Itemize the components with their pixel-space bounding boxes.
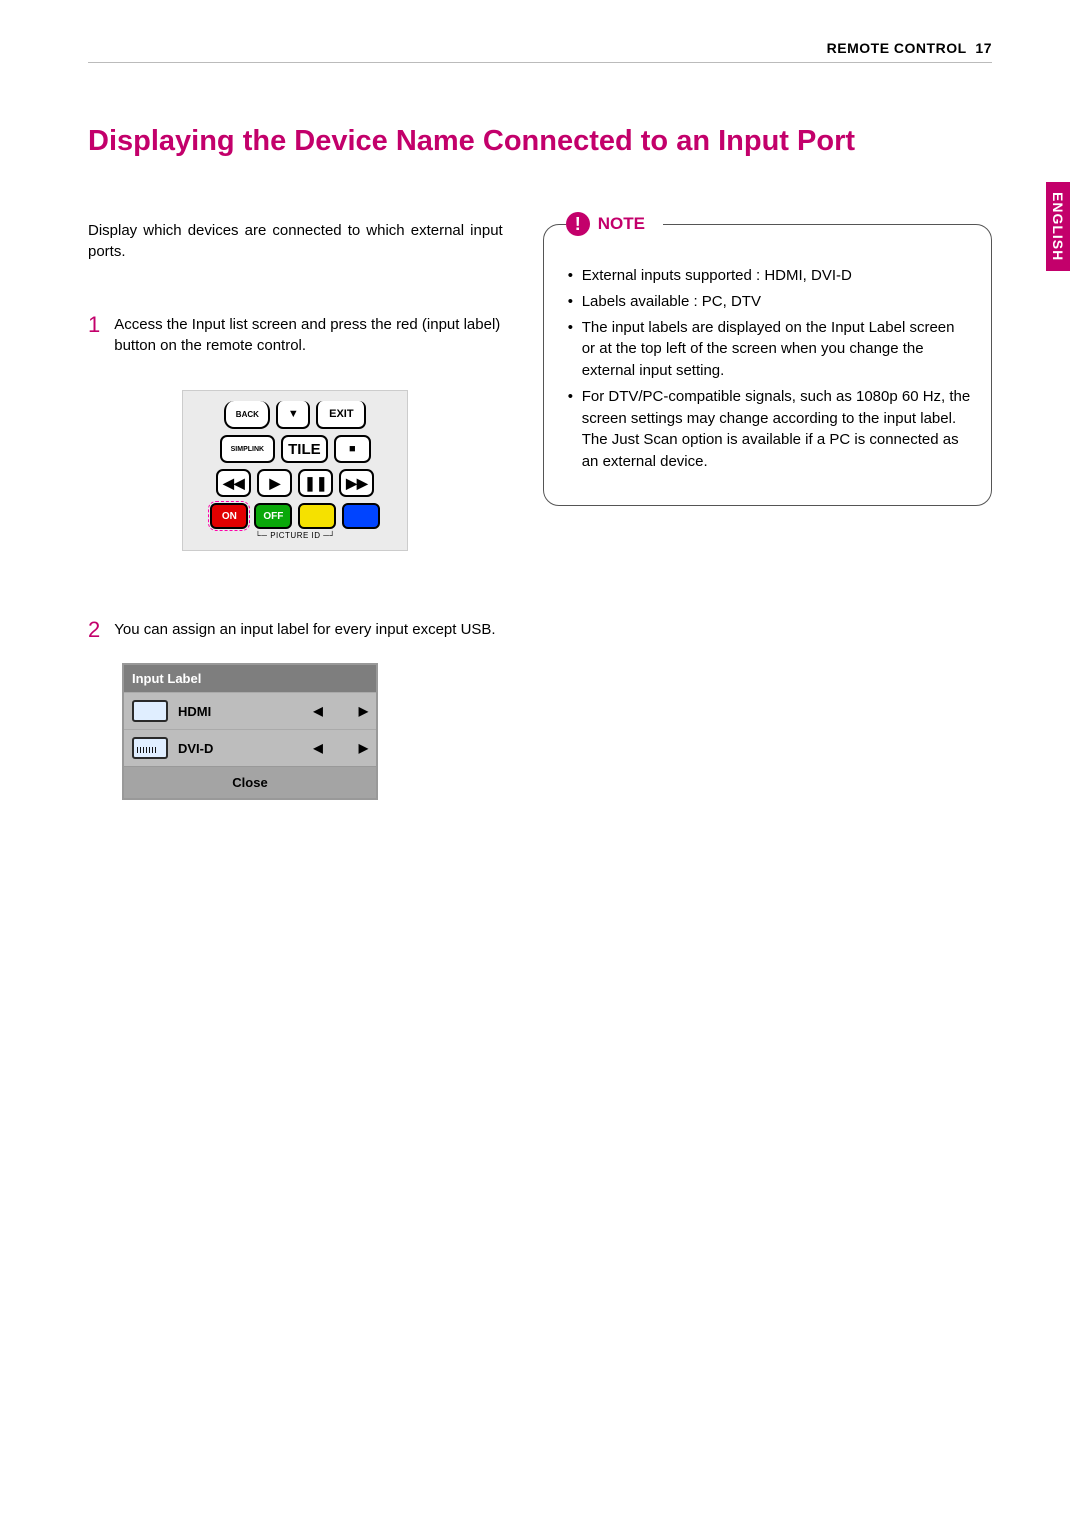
step-text: Access the Input list screen and press t… <box>114 314 502 356</box>
input-label-close: Close <box>124 766 376 798</box>
input-label-row-hdmi: HDMI ◀ ▶ <box>124 692 376 729</box>
remote-pause-button: ❚❚ <box>298 469 333 497</box>
intro-text: Display which devices are connected to w… <box>88 220 503 262</box>
arrow-left-icon: ◀ <box>314 741 323 755</box>
note-box: ! NOTE External inputs supported : HDMI,… <box>543 224 992 506</box>
note-title-text: NOTE <box>598 214 645 234</box>
remote-red-button: ON <box>210 503 248 529</box>
arrow-right-icon: ▶ <box>359 741 368 755</box>
arrow-right-icon: ▶ <box>359 704 368 718</box>
input-label-text: HDMI <box>178 704 234 719</box>
remote-play-button: ▶ <box>257 469 292 497</box>
input-label-figure: Input Label HDMI ◀ ▶ DVI-D ◀ ▶ <box>122 663 378 800</box>
page-title: Displaying the Device Name Connected to … <box>88 125 992 158</box>
remote-stop-button: ■ <box>334 435 371 463</box>
language-tab: ENGLISH <box>1046 182 1070 271</box>
remote-tile-button: TILE <box>281 435 328 463</box>
remote-down-button: ▼ <box>276 401 310 429</box>
note-item: The input labels are displayed on the In… <box>568 317 971 382</box>
note-title: ! NOTE <box>566 212 663 236</box>
remote-green-button: OFF <box>254 503 292 529</box>
remote-fastforward-button: ▶▶ <box>339 469 374 497</box>
input-label-header: Input Label <box>124 665 376 692</box>
remote-rewind-button: ◀◀ <box>216 469 251 497</box>
step-text: You can assign an input label for every … <box>114 619 495 640</box>
remote-simplink-button: SIMPLINK <box>220 435 275 463</box>
page-header: REMOTE CONTROL 17 <box>88 40 992 63</box>
arrow-left-icon: ◀ <box>314 704 323 718</box>
remote-picture-id-label: └─ PICTURE ID ─┘ <box>191 531 399 540</box>
remote-exit-button: EXIT <box>316 401 366 429</box>
step-number: 2 <box>88 619 100 641</box>
step-2: 2 You can assign an input label for ever… <box>88 619 503 641</box>
hdmi-icon <box>132 700 168 722</box>
remote-back-button: BACK <box>224 401 270 429</box>
remote-yellow-button <box>298 503 336 529</box>
note-item: For DTV/PC-compatible signals, such as 1… <box>568 386 971 473</box>
note-item: External inputs supported : HDMI, DVI-D <box>568 265 971 287</box>
dvi-icon <box>132 737 168 759</box>
step-1: 1 Access the Input list screen and press… <box>88 314 503 356</box>
input-label-text: DVI-D <box>178 741 234 756</box>
header-section: REMOTE CONTROL <box>827 40 967 56</box>
input-label-row-dvid: DVI-D ◀ ▶ <box>124 729 376 766</box>
step-number: 1 <box>88 314 100 336</box>
remote-figure: BACK ▼ EXIT SIMPLINK TILE ■ ◀◀ ▶ ❚❚ ▶▶ O… <box>182 390 408 551</box>
note-icon: ! <box>566 212 590 236</box>
remote-blue-button <box>342 503 380 529</box>
page-number: 17 <box>975 40 992 56</box>
note-item: Labels available : PC, DTV <box>568 291 971 313</box>
